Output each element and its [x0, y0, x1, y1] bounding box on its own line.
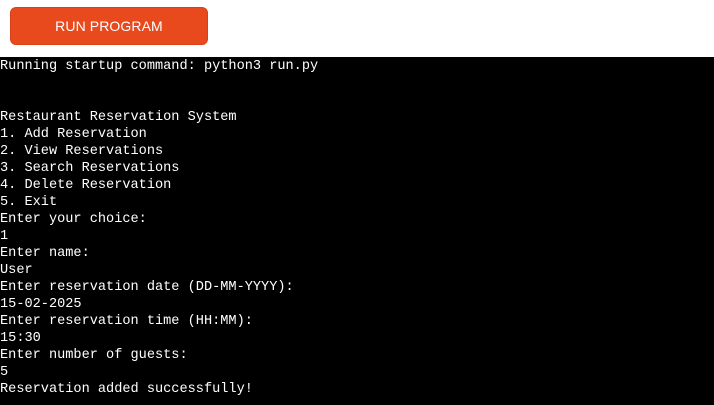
terminal-line: User [0, 263, 33, 278]
terminal-line: 15:30 [0, 331, 41, 346]
terminal-line: 15-02-2025 [0, 297, 82, 312]
terminal-line: 1 [0, 229, 9, 244]
terminal-line: Enter reservation time (HH:MM): [0, 314, 253, 329]
terminal-line: Enter your choice: [0, 212, 147, 227]
terminal-output[interactable]: Running startup command: python3 run.py … [0, 57, 714, 405]
terminal-line: 2. View Reservations [0, 144, 164, 159]
terminal-line: Running startup command: python3 run.py [0, 59, 319, 74]
terminal-line: Enter number of guests: [0, 348, 188, 363]
run-program-button[interactable]: RUN PROGRAM [10, 7, 208, 45]
terminal-line: Enter name: [0, 246, 90, 261]
terminal-line: Restaurant Reservation System [0, 110, 237, 125]
terminal-line: 5 [0, 365, 9, 380]
terminal-line: Enter reservation date (DD-MM-YYYY): [0, 280, 294, 295]
terminal-line: 1. Add Reservation [0, 127, 147, 142]
top-bar: RUN PROGRAM [0, 0, 714, 57]
terminal-line: 5. Exit [0, 195, 58, 210]
terminal-line: 4. Delete Reservation [0, 178, 172, 193]
terminal-line: Reservation added successfully! [0, 382, 253, 397]
terminal-line: 3. Search Reservations [0, 161, 180, 176]
